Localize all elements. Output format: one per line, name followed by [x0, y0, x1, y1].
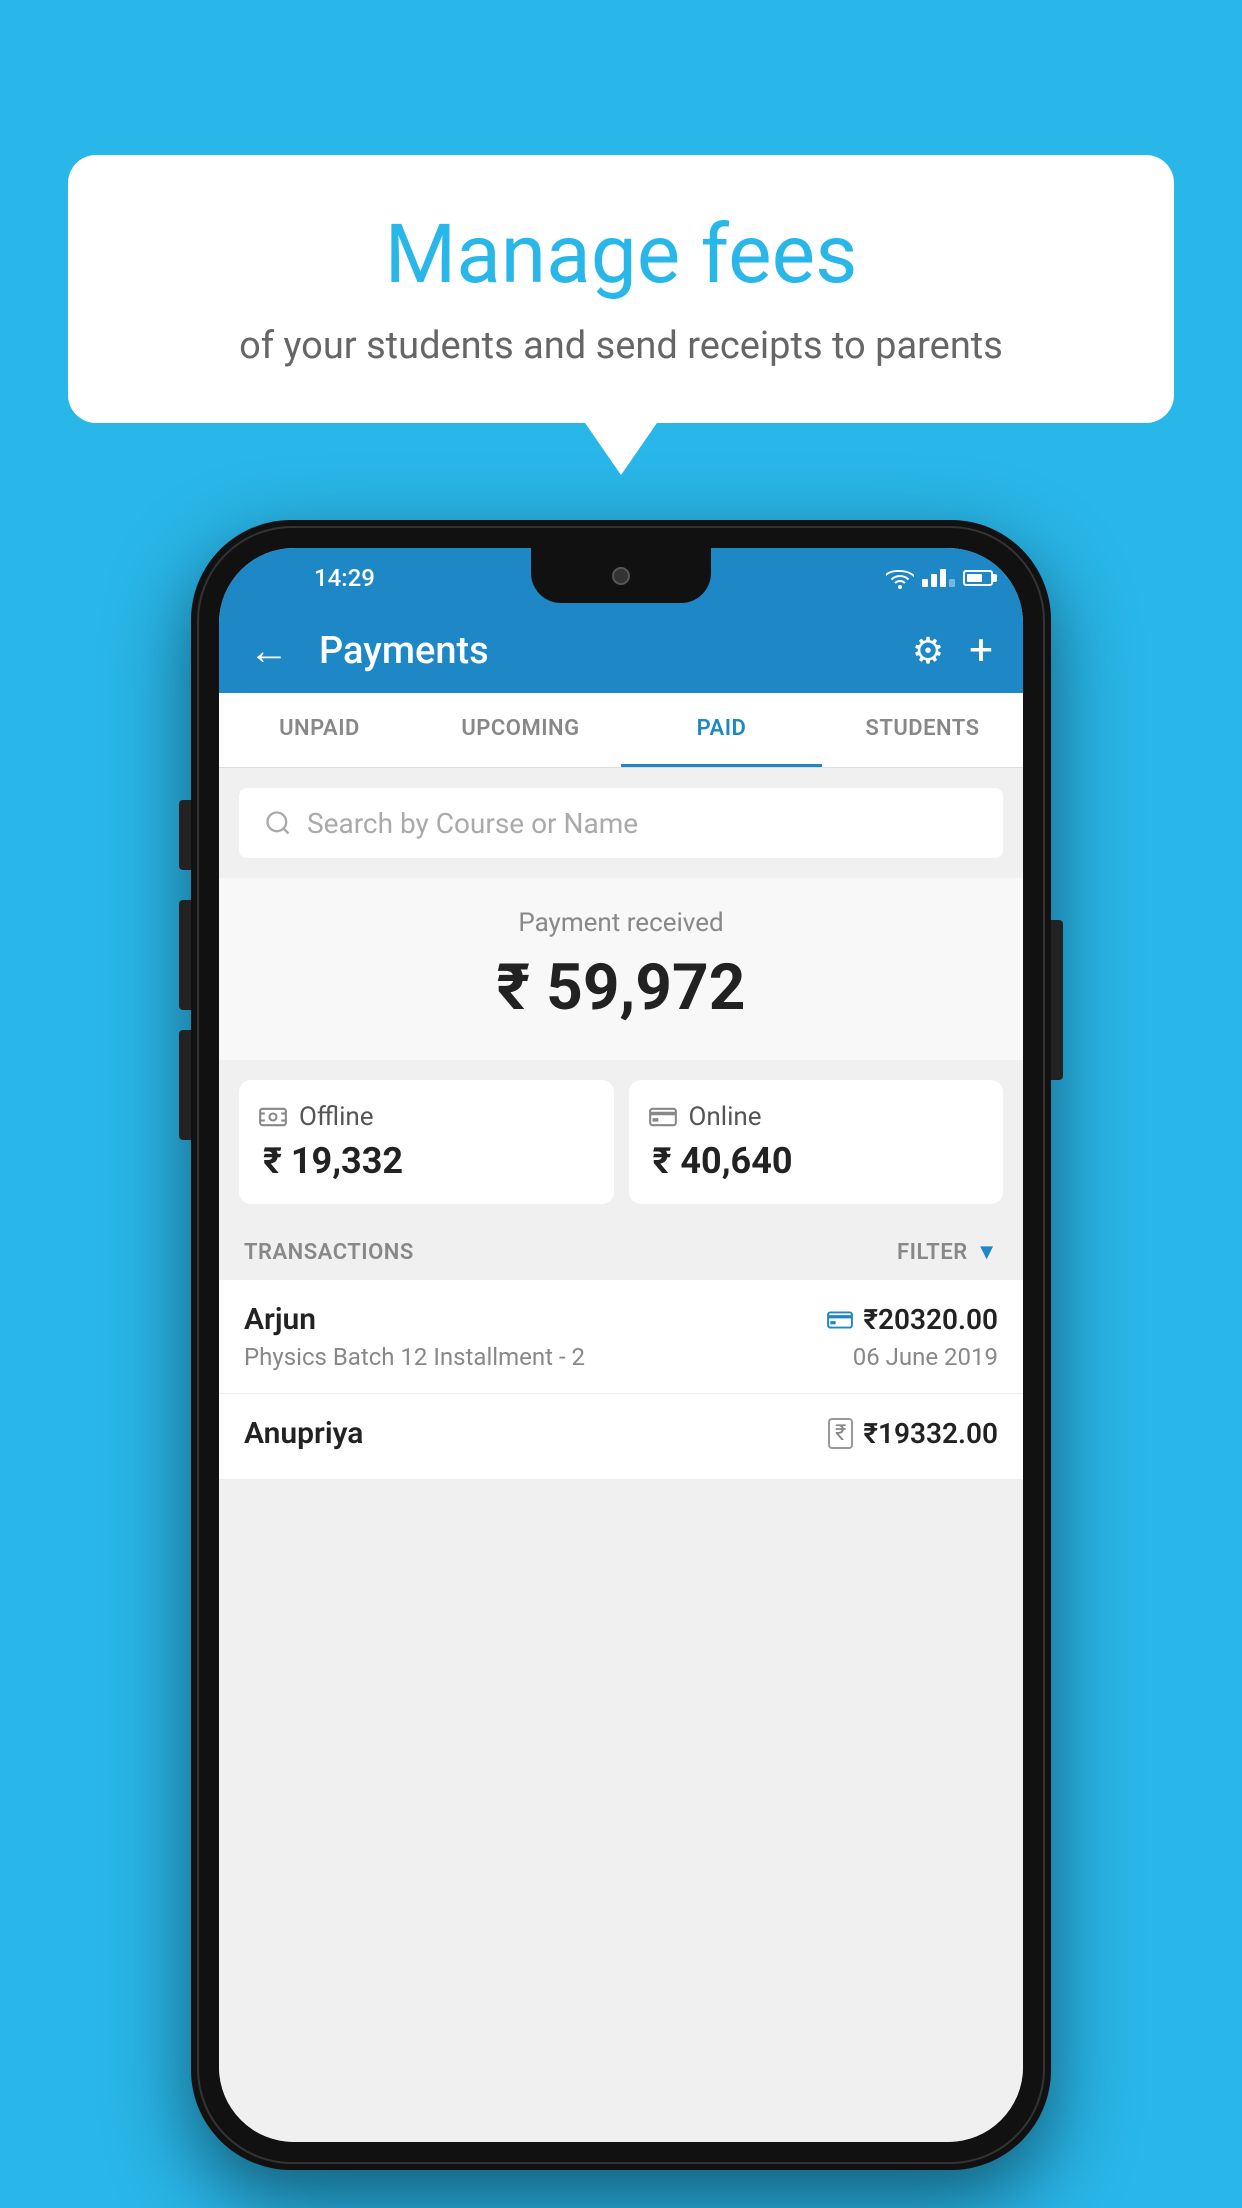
- speech-bubble: Manage fees of your students and send re…: [68, 155, 1174, 423]
- phone-mockup: 14:29 ← Pay: [191, 520, 1051, 2170]
- tab-students[interactable]: STUDENTS: [822, 693, 1023, 767]
- cash-icon: [259, 1105, 287, 1129]
- payment-subcards: Offline ₹ 19,332 Online ₹ 40,640: [219, 1080, 1023, 1224]
- filter-label: FILTER: [897, 1240, 968, 1265]
- app-header: ← Payments ⚙ +: [219, 608, 1023, 693]
- payment-received-card: Payment received ₹ 59,972: [219, 878, 1023, 1060]
- card-icon: [649, 1106, 677, 1128]
- offline-amount: ₹ 19,332: [259, 1140, 403, 1182]
- battery-fill: [967, 574, 982, 582]
- table-row[interactable]: Anupriya ₹ ₹19332.00: [219, 1394, 1023, 1480]
- transaction-amount: ₹19332.00: [863, 1417, 998, 1450]
- back-button[interactable]: ←: [249, 627, 289, 674]
- bubble-subtitle: of your students and send receipts to pa…: [128, 320, 1114, 373]
- phone-button-vol-mute: [179, 800, 191, 870]
- search-input[interactable]: Search by Course or Name: [307, 807, 638, 840]
- transactions-list: Arjun ₹20320.00 Physics Batch 12 Install…: [219, 1280, 1023, 1480]
- tab-upcoming[interactable]: UPCOMING: [420, 693, 621, 767]
- offline-header: Offline: [259, 1102, 374, 1132]
- phone-button-vol-down: [179, 1030, 191, 1140]
- tab-unpaid[interactable]: UNPAID: [219, 693, 420, 767]
- add-button[interactable]: +: [969, 626, 993, 675]
- battery-icon: [963, 570, 993, 586]
- phone-screen: 14:29 ← Pay: [219, 548, 1023, 2142]
- phone-button-vol-up: [179, 900, 191, 1010]
- phone-button-power: [1051, 920, 1063, 1080]
- filter-button[interactable]: FILTER ▼: [897, 1239, 998, 1265]
- phone-notch: [531, 548, 711, 603]
- table-row[interactable]: Arjun ₹20320.00 Physics Batch 12 Install…: [219, 1280, 1023, 1394]
- transactions-header: TRANSACTIONS FILTER ▼: [219, 1224, 1023, 1280]
- bubble-title: Manage fees: [128, 210, 1114, 300]
- online-amount: ₹ 40,640: [649, 1140, 793, 1182]
- offline-label: Offline: [299, 1102, 374, 1132]
- transaction-date: 06 June 2019: [853, 1343, 998, 1371]
- transaction-name: Arjun: [244, 1302, 316, 1337]
- offline-card: Offline ₹ 19,332: [239, 1080, 614, 1204]
- tab-paid[interactable]: PAID: [621, 693, 822, 767]
- page-title: Payments: [319, 629, 912, 673]
- payment-total-amount: ₹ 59,972: [249, 950, 993, 1025]
- camera: [612, 567, 630, 585]
- filter-icon: ▼: [976, 1239, 998, 1265]
- transaction-row-top: Anupriya ₹ ₹19332.00: [244, 1416, 998, 1451]
- transaction-description: Physics Batch 12 Installment - 2: [244, 1343, 585, 1371]
- transactions-label: TRANSACTIONS: [244, 1240, 414, 1265]
- online-header: Online: [649, 1102, 762, 1132]
- wifi-icon: [886, 567, 914, 589]
- status-icons: [886, 567, 993, 589]
- settings-button[interactable]: ⚙: [912, 630, 944, 672]
- transaction-amount-wrap: ₹ ₹19332.00: [828, 1417, 998, 1450]
- card-payment-icon: [827, 1310, 853, 1330]
- cash-payment-icon: ₹: [828, 1418, 853, 1449]
- online-card: Online ₹ 40,640: [629, 1080, 1004, 1204]
- transaction-amount-wrap: ₹20320.00: [827, 1303, 998, 1336]
- content-area: Search by Course or Name Payment receive…: [219, 768, 1023, 2142]
- search-bar[interactable]: Search by Course or Name: [239, 788, 1003, 858]
- transaction-name: Anupriya: [244, 1416, 363, 1451]
- tab-bar: UNPAID UPCOMING PAID STUDENTS: [219, 693, 1023, 768]
- transaction-amount: ₹20320.00: [863, 1303, 998, 1336]
- transaction-row-top: Arjun ₹20320.00: [244, 1302, 998, 1337]
- signal-icon: [922, 569, 955, 587]
- transaction-row-bottom: Physics Batch 12 Installment - 2 06 June…: [244, 1343, 998, 1371]
- search-icon: [264, 809, 292, 837]
- status-time: 14:29: [314, 564, 375, 592]
- online-label: Online: [689, 1102, 762, 1132]
- payment-received-label: Payment received: [249, 908, 993, 938]
